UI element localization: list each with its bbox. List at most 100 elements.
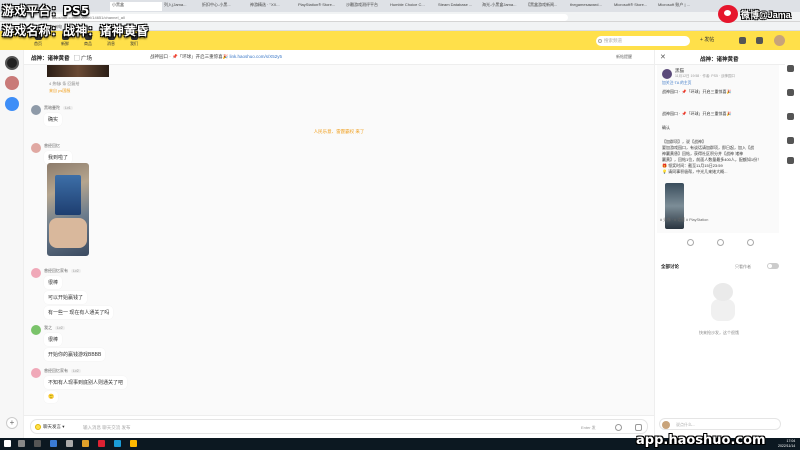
taskbar-app-icon[interactable] bbox=[114, 440, 121, 447]
message-username[interactable]: 曾经回忆家有 Lv2 bbox=[44, 268, 81, 274]
pinned-link[interactable]: link.haoshuo.com/s/X52y5 bbox=[229, 54, 282, 59]
browser-tab[interactable]: Microsoft 账户 | ... bbox=[656, 2, 706, 11]
nav-label: 消息 bbox=[107, 41, 115, 46]
chat-mode-icon bbox=[35, 424, 41, 430]
taskbar-app-icon[interactable] bbox=[66, 440, 73, 447]
clock-date: 2022/11/14 bbox=[778, 443, 796, 448]
chat-mode-selector[interactable]: 聊天发言 ▾ bbox=[35, 424, 65, 430]
tool-icon[interactable] bbox=[787, 65, 794, 72]
pinned-post[interactable]: 战神园口 · 📌「环球」开启三重惊喜🎉 link.haoshuo.com/s/X… bbox=[150, 54, 282, 60]
pinned-text: 战神园口 · 📌「环球」开启三重惊喜🎉 bbox=[150, 54, 229, 59]
nav-label: 首页 bbox=[34, 41, 42, 46]
nav-label: 我们 bbox=[130, 41, 138, 46]
image-meta-extra: 4 条 回复给 bbox=[59, 81, 79, 87]
avatar[interactable] bbox=[31, 143, 41, 153]
only-author-toggle[interactable] bbox=[767, 263, 779, 269]
like-icon[interactable] bbox=[687, 239, 694, 246]
browser-tab[interactable]: Steam Database ... bbox=[436, 2, 480, 11]
username-text: 曾经回忆 bbox=[44, 143, 60, 148]
search-input[interactable]: 搜索频道 bbox=[596, 36, 690, 46]
message-bubble: 🙂 bbox=[44, 391, 59, 403]
post-line: 💡 请同事积极帮，中光几来她大概... bbox=[662, 169, 728, 174]
mode-label: 聊天发言 bbox=[43, 424, 61, 430]
emoji-icon[interactable] bbox=[615, 423, 622, 431]
avatar[interactable] bbox=[31, 325, 41, 335]
browser-tab[interactable]: 沙雕游戏测评平台 bbox=[344, 2, 388, 11]
taskbar-clock[interactable]: 17:04 2022/11/14 bbox=[778, 439, 795, 448]
browser-tab[interactable]: 折扣中心-小黑... bbox=[200, 2, 248, 11]
publish-button[interactable]: + 发帖 bbox=[700, 36, 714, 43]
add-channel-button[interactable]: + bbox=[6, 417, 18, 429]
channel-avatar[interactable] bbox=[5, 76, 19, 90]
shared-image[interactable] bbox=[47, 65, 109, 77]
message-bubble: 可以开始赢钱了 bbox=[44, 291, 88, 304]
avatar[interactable] bbox=[774, 35, 785, 46]
overlay-game-name: 游戏名称：战神：诸神黄昏 bbox=[2, 24, 149, 38]
browser-tab[interactable]: Microsoft® Store... bbox=[612, 2, 656, 11]
username-text: 曾经回忆家有 bbox=[44, 368, 68, 373]
panel-header: ✕ 战神：诸神黄昏 bbox=[655, 50, 785, 65]
browser-tab[interactable]: Humble Choice C... bbox=[388, 2, 436, 11]
taskbar-app-icon[interactable] bbox=[50, 440, 57, 447]
browser-tab[interactable]: PlayStation® Store... bbox=[296, 2, 344, 11]
post-tags[interactable]: # 头像 · # 话题 # PlayStation bbox=[660, 218, 708, 223]
avatar[interactable] bbox=[31, 105, 41, 115]
taskbar-app-icon[interactable] bbox=[34, 440, 41, 447]
browser-tab[interactable]: 小黑盒 bbox=[110, 2, 162, 11]
browser-tab[interactable]: 神游精选 · "XX... bbox=[248, 2, 296, 11]
new-post-reminder[interactable]: 新帖提醒 bbox=[616, 54, 632, 60]
weibo-badge: 微博@Jama bbox=[718, 4, 791, 24]
follow-link[interactable]: 加关注·TA 的主页 bbox=[662, 81, 691, 86]
site-watermark: app.haoshuo.com bbox=[636, 433, 766, 448]
avatar bbox=[662, 420, 670, 429]
square-tab[interactable]: ▢ 广场 bbox=[74, 54, 92, 62]
message-username[interactable]: 曾经回忆 bbox=[44, 143, 60, 149]
search-placeholder: 搜索频道 bbox=[604, 38, 622, 43]
tool-icon[interactable] bbox=[787, 89, 794, 96]
post-actions bbox=[655, 238, 785, 248]
share-icon[interactable] bbox=[717, 239, 724, 246]
post-time: 11月12日 19:58 · 作者: PS5 · 战神园口 bbox=[675, 74, 736, 78]
bell-icon[interactable] bbox=[756, 37, 763, 44]
close-icon[interactable]: ✕ bbox=[660, 53, 666, 61]
image-meta: 来自 ps国服 bbox=[49, 88, 70, 94]
comment-placeholder: 说点什么... bbox=[676, 422, 696, 427]
shared-photo-ps5[interactable] bbox=[47, 163, 89, 256]
bell-icon[interactable] bbox=[747, 239, 754, 246]
post-line: 确认 bbox=[662, 125, 670, 130]
browser-tab[interactable]: 【黑盒游戏新闻... bbox=[524, 2, 568, 11]
level-badge: Lv1 bbox=[63, 106, 73, 110]
message-username[interactable]: 曾经回忆家有 Lv2 bbox=[44, 368, 81, 374]
post-line: 战神园口 · 📌「环球」开启三重惊喜🎉 bbox=[662, 89, 732, 94]
browser-tab[interactable]: 海光-小黑盒Jama... bbox=[480, 2, 524, 11]
channel-avatar-godofwar[interactable] bbox=[5, 56, 19, 70]
message-input[interactable]: 聊天发言 ▾ 输入消息 聊天交流 发布 Enter 发 bbox=[30, 419, 648, 434]
message-bubble: 开始你的赢钱游戏BBBB bbox=[44, 348, 106, 361]
taskbar-app-icon[interactable] bbox=[18, 440, 25, 447]
message-username[interactable]: 黑暗曼陀 Lv1 bbox=[44, 105, 73, 111]
browser-tabbar: 小黑盒 列入(Jama... 折扣中心-小黑... 神游精选 · "XX... … bbox=[0, 0, 800, 12]
url-field[interactable]: haoshuo.com/channel/14651/channel_all bbox=[48, 13, 568, 21]
post-card: 黑猫 11月12日 19:58 · 作者: PS5 · 战神园口 加关注·TA … bbox=[657, 65, 779, 233]
avatar[interactable] bbox=[31, 268, 41, 278]
taskbar-app-icon[interactable] bbox=[98, 440, 105, 447]
tool-icon[interactable] bbox=[787, 137, 794, 144]
browser-tab[interactable]: thegamesaward... bbox=[568, 2, 612, 11]
chat-bubble-icon[interactable] bbox=[5, 97, 19, 111]
nav-label: 新鲜 bbox=[61, 41, 69, 46]
meta-tag: 来自 ps国服 bbox=[49, 88, 71, 93]
avatar[interactable] bbox=[662, 69, 672, 79]
message-username[interactable]: 我之 Lv2 bbox=[44, 325, 65, 331]
taskbar-app-icon[interactable] bbox=[130, 440, 137, 447]
channel-title: 战神：诸神黄昏 bbox=[31, 56, 70, 62]
tool-icon[interactable] bbox=[787, 113, 794, 120]
browser-tab[interactable]: 列入(Jama... bbox=[162, 2, 200, 11]
calendar-icon[interactable] bbox=[739, 37, 746, 44]
enter-hint: Enter 发 bbox=[581, 424, 596, 430]
comment-input[interactable]: 说点什么... bbox=[659, 418, 781, 430]
taskbar-app-icon[interactable] bbox=[82, 440, 89, 447]
windows-start-icon[interactable] bbox=[4, 440, 11, 447]
avatar[interactable] bbox=[31, 368, 41, 378]
image-upload-icon[interactable] bbox=[635, 423, 642, 431]
settings-icon[interactable] bbox=[787, 157, 794, 164]
